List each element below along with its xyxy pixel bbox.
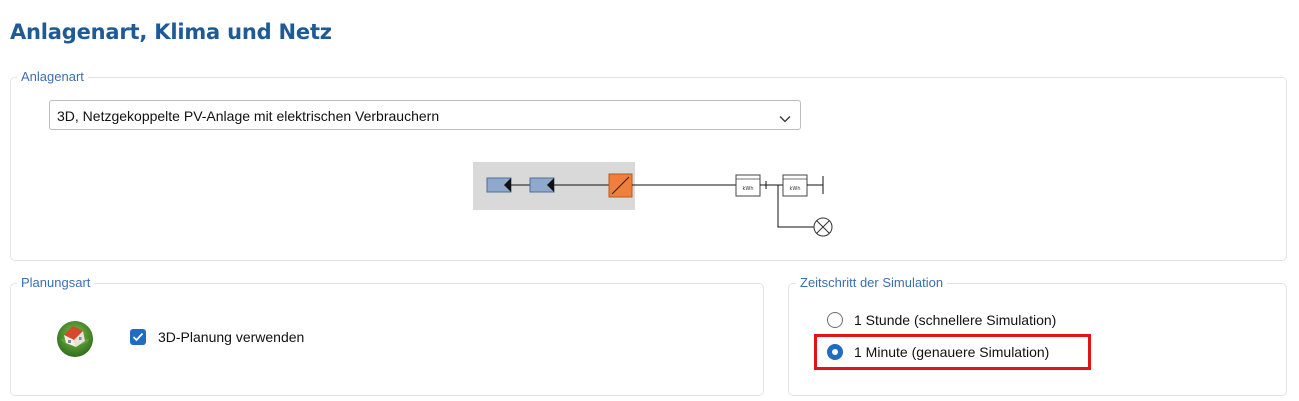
highlight-box [814, 334, 1091, 370]
3d-planung-checkbox-row[interactable]: 3D-Planung verwenden [130, 329, 304, 345]
anlagenart-legend: Anlagenart [17, 69, 88, 85]
meter-label: kWh [789, 186, 800, 192]
radio-label-1-stunde: 1 Stunde (schnellere Simulation) [854, 312, 1057, 328]
3d-planung-checkbox[interactable] [130, 329, 146, 345]
page-title: Anlagenart, Klima und Netz [10, 20, 332, 44]
planungsart-legend: Planungsart [17, 275, 95, 291]
system-schematic-diagram: kWh kWh [473, 162, 833, 237]
planungsart-group: Planungsart 3D-Planung verwenden [10, 275, 764, 396]
chevron-down-icon [779, 110, 791, 128]
checkmark-icon [132, 332, 144, 342]
anlagenart-select[interactable]: 3D, Netzgekoppelte PV-Anlage mit elektri… [49, 100, 801, 130]
radio-option-1-stunde[interactable]: 1 Stunde (schnellere Simulation) [827, 312, 1056, 328]
house-3d-icon [57, 321, 93, 357]
anlagenart-group: Anlagenart 3D, Netzgekoppelte PV-Anlage … [10, 69, 1287, 261]
zeitschritt-legend: Zeitschritt der Simulation [796, 275, 948, 291]
3d-planung-label: 3D-Planung verwenden [158, 329, 305, 345]
radio-button-1-stunde[interactable] [827, 312, 843, 328]
anlagenart-select-value: 3D, Netzgekoppelte PV-Anlage mit elektri… [57, 108, 440, 124]
meter-label: kWh [742, 186, 753, 192]
zeitschritt-group: Zeitschritt der Simulation 1 Stunde (sch… [788, 275, 1287, 396]
